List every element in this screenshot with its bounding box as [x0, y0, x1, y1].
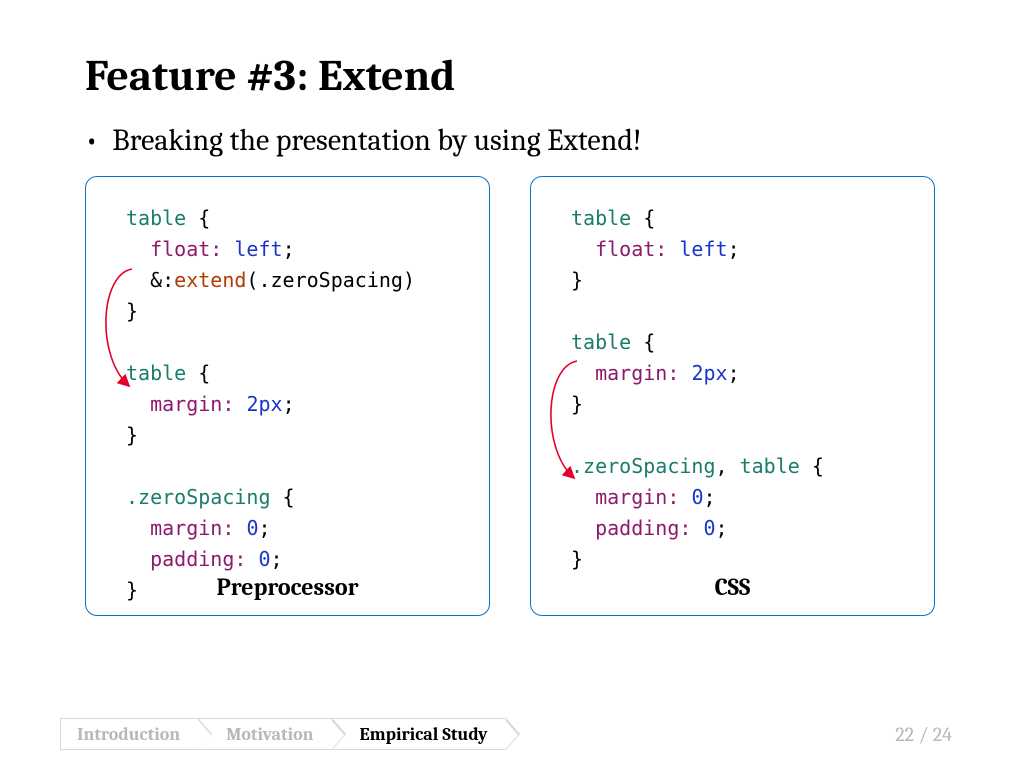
- nav-label: Motivation: [226, 724, 313, 745]
- nav-empirical-study[interactable]: Empirical Study: [332, 718, 506, 750]
- nav-label: Empirical Study: [360, 724, 488, 745]
- bullet-text: Breaking the presentation by using Exten…: [112, 123, 641, 158]
- nav-motivation[interactable]: Motivation: [198, 718, 331, 750]
- bullet-dot: •: [85, 123, 98, 158]
- page-number: 22 / 24: [895, 723, 952, 746]
- breadcrumb-nav: Introduction Motivation Empirical Study: [60, 718, 506, 750]
- code-css: table { float: left; } table { margin: 2…: [571, 203, 908, 575]
- panel-css: table { float: left; } table { margin: 2…: [530, 176, 935, 616]
- bullet-item: • Breaking the presentation by using Ext…: [85, 123, 954, 158]
- code-preprocessor: table { float: left; &:extend(.zeroSpaci…: [126, 203, 463, 606]
- page-total: 24: [933, 723, 952, 746]
- nav-introduction[interactable]: Introduction: [60, 718, 198, 750]
- page-current: 22: [895, 723, 914, 746]
- nav-label: Introduction: [77, 724, 180, 745]
- panel-label: CSS: [531, 573, 934, 601]
- panel-preprocessor: table { float: left; &:extend(.zeroSpaci…: [85, 176, 490, 616]
- slide-title: Feature #3: Extend: [85, 50, 954, 101]
- slide: Feature #3: Extend • Breaking the presen…: [0, 0, 1024, 768]
- panels: table { float: left; &:extend(.zeroSpaci…: [85, 176, 954, 616]
- panel-label: Preprocessor: [86, 573, 489, 601]
